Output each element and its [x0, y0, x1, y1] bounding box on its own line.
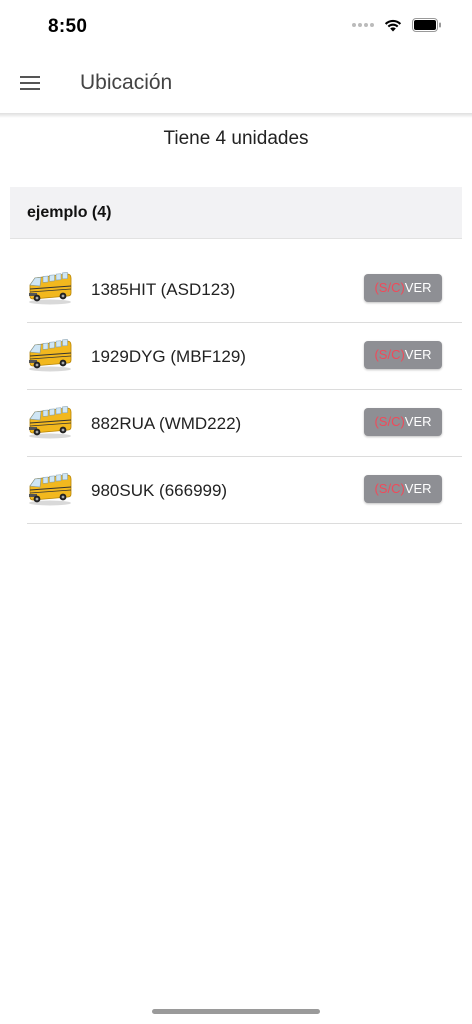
- ver-button[interactable]: (S/C)VER: [364, 408, 442, 436]
- group-title: ejemplo (4): [27, 204, 112, 221]
- unit-label: 1385HIT (ASD123): [91, 280, 236, 299]
- status-time: 8:50: [48, 16, 88, 37]
- unit-row[interactable]: 980SUK (666999) (S/C)VER: [27, 457, 462, 524]
- bus-icon: [27, 472, 73, 506]
- unit-list: 1385HIT (ASD123) (S/C)VER 1929DYG (MBF12…: [27, 256, 462, 524]
- ver-button[interactable]: (S/C)VER: [364, 475, 442, 503]
- status-bar: 8:50: [0, 0, 472, 54]
- unit-status: (S/C): [374, 280, 405, 295]
- app-bar-shadow: [0, 113, 472, 118]
- ver-button[interactable]: (S/C)VER: [364, 341, 442, 369]
- home-indicator[interactable]: [152, 1009, 320, 1014]
- bus-icon: [27, 338, 73, 372]
- unit-label: 882RUA (WMD222): [91, 414, 242, 433]
- ver-button-label: VER: [404, 414, 432, 429]
- bus-icon: [27, 405, 73, 439]
- app-bar: Ubicación: [0, 54, 472, 114]
- unit-row[interactable]: 882RUA (WMD222) (S/C)VER: [27, 390, 462, 457]
- bus-icon: [27, 271, 73, 305]
- hamburger-menu-icon[interactable]: [20, 73, 42, 93]
- unit-row[interactable]: 1929DYG (MBF129) (S/C)VER: [27, 323, 462, 390]
- ver-button-label: VER: [404, 347, 432, 362]
- wifi-icon: [384, 19, 402, 32]
- ver-button[interactable]: (S/C)VER: [364, 274, 442, 302]
- ver-button-label: VER: [404, 481, 432, 496]
- ver-button-label: VER: [404, 280, 432, 295]
- signal-icon: [352, 23, 374, 27]
- group-header[interactable]: ejemplo (4): [10, 187, 462, 239]
- units-count-text: Tiene 4 unidades: [163, 128, 309, 149]
- unit-label: 980SUK (666999): [91, 481, 228, 500]
- unit-row[interactable]: 1385HIT (ASD123) (S/C)VER: [27, 256, 462, 323]
- unit-status: (S/C): [374, 481, 405, 496]
- page-title: Ubicación: [80, 71, 173, 94]
- battery-icon: [412, 18, 441, 32]
- unit-status: (S/C): [374, 414, 405, 429]
- unit-status: (S/C): [374, 347, 405, 362]
- status-icons: [352, 18, 442, 32]
- unit-label: 1929DYG (MBF129): [91, 347, 246, 366]
